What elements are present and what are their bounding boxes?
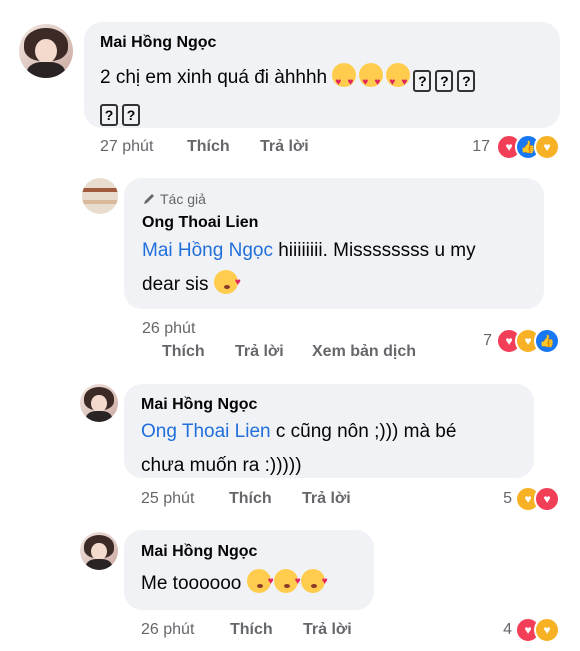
missing-glyph-icon: ? xyxy=(457,70,476,92)
missing-glyph-icon: ? xyxy=(122,104,140,126)
comment-text-content: 2 chị em xinh quá đi àhhhh xyxy=(100,67,328,88)
reply-button[interactable]: Trả lời xyxy=(303,621,352,639)
author-badge-label: Tác giả xyxy=(160,191,206,207)
like-reaction-icon: 👍 xyxy=(534,328,560,354)
comment-author[interactable]: Mai Hồng Ngọc xyxy=(100,34,216,52)
heart-eyes-emoji-icon xyxy=(386,63,411,100)
pen-icon xyxy=(144,194,154,204)
like-button[interactable]: Thích xyxy=(162,343,205,361)
comment-text: Mai Hồng Ngọc hiiiiiiii. Missssssss u my… xyxy=(142,234,537,302)
comment-time[interactable]: 27 phút xyxy=(100,138,153,156)
kiss-emoji-icon xyxy=(273,565,301,599)
like-button[interactable]: Thích xyxy=(229,490,272,508)
heart-eyes-emoji-icon xyxy=(359,63,384,100)
avatar[interactable] xyxy=(82,178,118,214)
reply-button[interactable]: Trả lời xyxy=(260,138,309,156)
mention-link[interactable]: Mai Hồng Ngọc xyxy=(142,240,273,261)
mention-link[interactable]: Ong Thoai Lien xyxy=(141,421,271,442)
comment-text-content: c cũng nôn ;))) mà bé xyxy=(270,421,457,442)
comment-text-content: dear sis xyxy=(142,274,209,295)
comment-text: Me toooooo xyxy=(141,565,371,601)
comment-author[interactable]: Mai Hồng Ngọc xyxy=(141,543,257,561)
comment-text-content: Me toooooo xyxy=(141,573,242,594)
like-button[interactable]: Thích xyxy=(230,621,273,639)
kiss-emoji-icon xyxy=(246,565,274,599)
reply-button[interactable]: Trả lời xyxy=(235,343,284,361)
avatar[interactable] xyxy=(80,384,118,422)
love-reaction-icon: ♥ xyxy=(534,486,560,512)
comment-text-content: hiiiiiiii. Missssssss u my xyxy=(272,240,476,261)
heart-eyes-emoji-icon xyxy=(332,63,357,100)
missing-glyph-icon: ? xyxy=(435,70,454,92)
reaction-count[interactable]: 4 xyxy=(490,621,512,639)
care-reaction-icon: ♥ xyxy=(534,617,560,643)
care-reaction-icon: ♥ xyxy=(534,134,560,160)
author-badge: Tác giả xyxy=(142,191,206,207)
missing-glyph-icon: ? xyxy=(100,104,118,126)
missing-glyph-icon: ? xyxy=(413,70,432,92)
reaction-count[interactable]: 5 xyxy=(490,490,512,508)
avatar[interactable] xyxy=(19,24,73,78)
comment-text: 2 chị em xinh quá đi àhhhh ??? ?? xyxy=(100,61,550,129)
like-button[interactable]: Thích xyxy=(187,138,230,156)
comment-time[interactable]: 26 phút xyxy=(141,621,194,639)
comment-text-content: chưa muốn ra :))))) xyxy=(141,455,302,476)
comment-author[interactable]: Mai Hồng Ngọc xyxy=(141,396,257,414)
kiss-emoji-icon xyxy=(213,266,241,300)
comment-time[interactable]: 25 phút xyxy=(141,490,194,508)
reaction-count[interactable]: 17 xyxy=(460,138,490,156)
reply-button[interactable]: Trả lời xyxy=(302,490,351,508)
comment-time[interactable]: 26 phút xyxy=(142,320,195,338)
avatar[interactable] xyxy=(80,532,118,570)
comment-author[interactable]: Ong Thoai Lien xyxy=(142,214,258,232)
reaction-count[interactable]: 7 xyxy=(470,332,492,350)
translate-button[interactable]: Xem bản dịch xyxy=(312,343,416,361)
comment-text: Ong Thoai Lien c cũng nôn ;))) mà bé chư… xyxy=(141,415,531,483)
kiss-emoji-icon xyxy=(300,565,328,599)
